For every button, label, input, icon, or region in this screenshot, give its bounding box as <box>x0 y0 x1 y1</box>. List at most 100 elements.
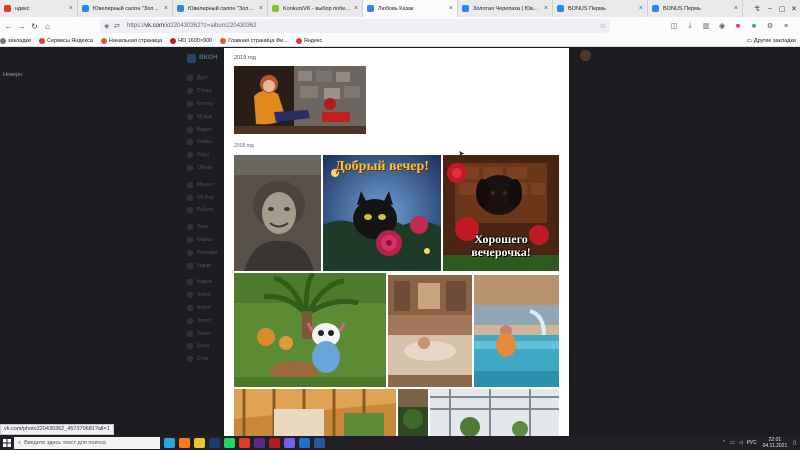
photo-winter-garden[interactable] <box>430 389 559 436</box>
tab-close-icon[interactable]: × <box>354 5 358 12</box>
library-icon[interactable]: ▥ <box>698 22 714 30</box>
network-icon[interactable]: ▭ <box>730 440 735 446</box>
photo-card-puppy[interactable]: Хорошего вечерочка! <box>443 155 559 271</box>
settings-icon[interactable]: ⚙ <box>762 22 778 30</box>
tab-close-icon[interactable]: × <box>259 5 263 12</box>
vk-menu-item[interactable]: Стран <box>187 85 217 98</box>
browser-tab[interactable]: Золотая Черепаха | Ювелирн...× <box>458 0 553 17</box>
vk-menu-item[interactable]: Управ <box>187 259 217 272</box>
vk-menu-item[interactable]: Реклама <box>187 246 217 259</box>
vk-menu-item[interactable]: Объяв <box>187 162 217 175</box>
vk-menu-item[interactable]: VK Pay <box>187 191 217 204</box>
vk-menu-item[interactable]: Фотогр <box>187 98 217 111</box>
pocket-icon[interactable]: ◫ <box>666 22 682 30</box>
bookmark-item[interactable]: Яндекс <box>295 37 322 44</box>
photoshop-icon[interactable] <box>209 438 220 448</box>
word-icon[interactable] <box>314 438 325 448</box>
photo-pool-fountain[interactable] <box>474 275 559 387</box>
close-window-icon[interactable]: ✕ <box>788 5 800 13</box>
photo-sepia-portrait[interactable] <box>234 155 321 271</box>
skype-icon[interactable] <box>164 438 175 448</box>
browser-tab[interactable]: Ювелирный салон "Золотая Ч...× <box>173 0 268 17</box>
home-icon[interactable]: ⌂ <box>41 22 54 31</box>
browser-tab[interactable]: Ювелирный салон "Золотая Ч...× <box>78 0 173 17</box>
extension-green-icon[interactable]: ■ <box>746 23 762 30</box>
bookmark-item[interactable]: HD 1600×900 <box>170 37 212 44</box>
forward-icon[interactable]: → <box>15 22 28 31</box>
vk-menu-item[interactable]: Закл <box>187 221 217 234</box>
clock[interactable]: 22:01 04.11.2021 <box>763 437 788 449</box>
browser-tab[interactable]: BONUS Пермь × <box>648 0 743 17</box>
opera-icon[interactable] <box>269 438 280 448</box>
tab-close-icon[interactable]: × <box>449 5 453 12</box>
browser-tab[interactable]: ндекс × <box>0 0 78 17</box>
photo-card-good-evening[interactable]: Добрый вечер! <box>323 155 441 271</box>
permissions-icon[interactable]: ⇄ <box>114 22 124 30</box>
extension-icon[interactable]: ■ <box>730 23 746 30</box>
vk-menu-item[interactable]: Мини-п <box>187 178 217 191</box>
tab-close-icon[interactable]: × <box>164 5 168 12</box>
tab-close-icon[interactable]: × <box>734 5 738 12</box>
vk-menu-item[interactable]: Стра <box>187 353 217 366</box>
tab-close-icon[interactable]: × <box>639 5 643 12</box>
menu-icon[interactable]: ≡ <box>778 23 794 30</box>
menu-item-label: Клипы <box>197 139 212 146</box>
back-icon[interactable]: ← <box>2 22 15 31</box>
notification-icon[interactable]: ▯ <box>793 440 796 446</box>
minimize-icon[interactable]: – <box>764 5 776 12</box>
tab-close-icon[interactable]: × <box>544 5 548 12</box>
yandex-icon[interactable] <box>239 438 250 448</box>
tab-close-icon[interactable]: × <box>69 5 73 12</box>
photo-plant-strip[interactable] <box>398 389 428 436</box>
file-explorer-icon[interactable] <box>194 438 205 448</box>
premiere-icon[interactable] <box>254 438 265 448</box>
bookmark-item[interactable]: Сервисы Яндекса <box>39 37 93 44</box>
bookmark-item[interactable]: закладки <box>0 37 31 44</box>
whatsapp-icon[interactable] <box>224 438 235 448</box>
vk-menu-item[interactable]: Видео <box>187 123 217 136</box>
vk-menu-item[interactable]: Клипы <box>187 136 217 149</box>
vk-menu-item[interactable]: Файлы <box>187 234 217 247</box>
viber-icon[interactable] <box>284 438 295 448</box>
tab-list-icon[interactable]: ⌄ <box>752 5 764 13</box>
photo-woman-fireplace[interactable] <box>234 66 366 134</box>
vk-menu-item[interactable]: Новые <box>187 276 217 289</box>
vk-menu-item[interactable]: Чертё <box>187 289 217 302</box>
taskbar-search-input[interactable]: ⌕ Введите здесь текст для поиска <box>14 437 160 449</box>
menu-item-icon <box>187 236 193 243</box>
language-indicator[interactable]: РУС <box>747 440 757 446</box>
bookmark-item[interactable]: Главная страница Фи... <box>220 37 288 44</box>
vk-menu-item[interactable]: Музык <box>187 110 217 123</box>
vk-menu-item[interactable]: Золот <box>187 314 217 327</box>
vk-menu-item[interactable]: Золот <box>187 327 217 340</box>
other-bookmarks[interactable]: ▭ Другие закладки <box>747 35 796 47</box>
photo-garden-figurine[interactable] <box>234 273 386 387</box>
vk-brand-name[interactable]: ВКОН <box>199 54 217 61</box>
avatar[interactable] <box>580 50 591 61</box>
menu-item-label: Объяв <box>197 164 213 171</box>
volume-icon[interactable]: ◁ <box>739 440 743 446</box>
vk-menu-item[interactable]: Игры <box>187 149 217 162</box>
shield-icon[interactable]: ◈ <box>104 22 114 30</box>
browser-tab[interactable]: KonkursVK - выбор победит... × <box>268 0 363 17</box>
account-icon[interactable]: ◉ <box>714 22 730 30</box>
telegram-icon[interactable] <box>299 438 310 448</box>
bookmark-item[interactable]: Начальная страница <box>100 37 162 44</box>
bookmark-star-icon[interactable]: ☆ <box>600 22 606 30</box>
photo-spa-lounge[interactable] <box>388 275 472 387</box>
vk-menu-item[interactable]: Шоко <box>187 340 217 353</box>
maximize-icon[interactable]: ▢ <box>776 5 788 13</box>
reload-icon[interactable]: ↻ <box>28 22 41 31</box>
downloads-icon[interactable]: ⤓ <box>682 22 698 30</box>
vk-menu-item[interactable]: Друг <box>187 72 217 85</box>
photo-sauna-interior[interactable] <box>234 389 396 436</box>
vk-menu-item[interactable]: Чертё <box>187 302 217 315</box>
tray-up-icon[interactable]: ⌃ <box>722 440 726 446</box>
windows-start-icon[interactable] <box>0 436 14 450</box>
vk-menu-item[interactable]: Работа <box>187 204 217 217</box>
address-bar[interactable]: ◈ ⇄ https:// vk.com /id220430362?z=album… <box>100 19 610 33</box>
browser-tab[interactable]: BONUS Пермь × <box>553 0 648 17</box>
firefox-icon[interactable] <box>179 438 190 448</box>
browser-tab[interactable]: Любовь Казак × <box>363 0 458 17</box>
vk-logo-icon[interactable] <box>187 54 196 63</box>
